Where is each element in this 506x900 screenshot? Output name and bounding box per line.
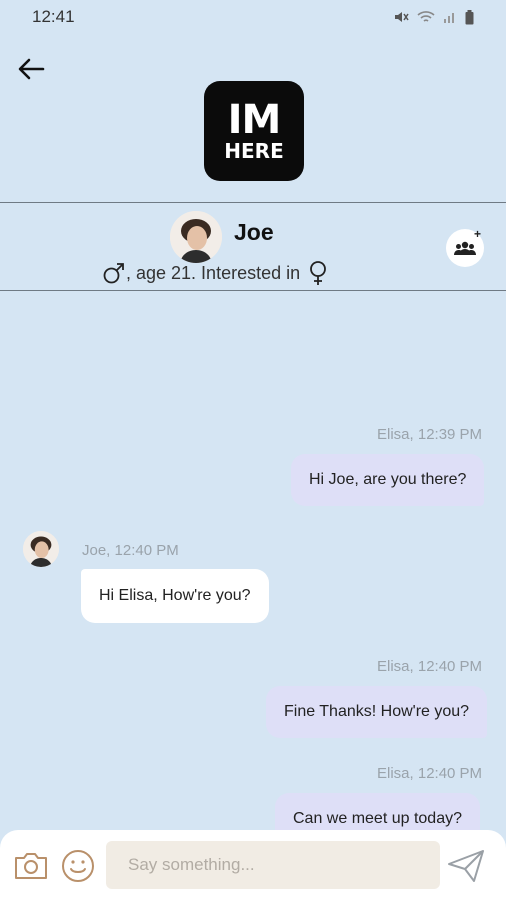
female-symbol-icon (310, 261, 327, 285)
status-bar: 12:41 (0, 0, 506, 34)
profile-name: Joe (234, 219, 274, 245)
message-meta: Elisa, 12:40 PM (377, 658, 483, 675)
sender-avatar[interactable] (23, 531, 59, 567)
male-symbol-icon (103, 263, 124, 284)
message-text: Hi Joe, are you there? (309, 471, 467, 488)
mute-icon (395, 12, 409, 22)
profile-details-text: , age 21. Interested in (126, 262, 301, 283)
wifi-icon (417, 11, 435, 22)
message-bubble-incoming[interactable]: Hi Elisa, How're you? (81, 569, 269, 623)
logo-text-line2: HERE (224, 139, 284, 163)
logo-text-line1: IM (227, 97, 282, 143)
message-meta: Joe, 12:40 PM (82, 542, 179, 559)
battery-icon (465, 9, 474, 24)
message-text: Fine Thanks! How're you? (284, 703, 470, 720)
app-logo: IM HERE (204, 81, 304, 181)
message-meta: Elisa, 12:40 PM (377, 765, 483, 782)
status-icons (393, 9, 474, 25)
message-bubble-outgoing[interactable]: Fine Thanks! How're you? (266, 686, 488, 738)
plus-icon: + (474, 227, 482, 241)
arrow-left-icon (18, 58, 45, 80)
message-meta: Elisa, 12:39 PM (377, 426, 483, 443)
camera-icon (15, 853, 47, 879)
camera-button[interactable] (12, 850, 50, 882)
profile-avatar[interactable] (170, 211, 222, 263)
status-time: 12:41 (32, 7, 75, 26)
message-input[interactable] (106, 841, 440, 889)
send-icon (448, 850, 484, 882)
signal-icon (444, 13, 454, 23)
back-button[interactable] (14, 52, 48, 86)
profile-details: , age 21. Interested in (102, 260, 330, 286)
profile-header: Joe , age 21. Interested in + (0, 202, 506, 291)
send-button[interactable] (446, 848, 486, 884)
message-bubble-outgoing[interactable]: Hi Joe, are you there? (291, 454, 485, 506)
message-text: Can we meet up today? (293, 810, 462, 827)
message-text: Hi Elisa, How're you? (99, 587, 251, 604)
group-add-icon (454, 241, 476, 255)
emoji-icon (62, 850, 94, 882)
emoji-button[interactable] (60, 848, 96, 884)
message-composer (0, 830, 506, 900)
